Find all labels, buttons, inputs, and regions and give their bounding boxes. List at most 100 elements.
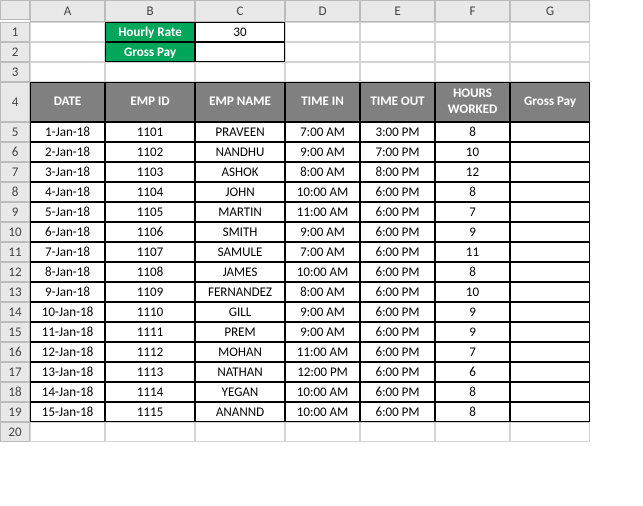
spreadsheet-grid[interactable]: ABCDEFG1Hourly Rate302Gross Pay34DATEEMP…	[0, 0, 643, 442]
cell-hours-18[interactable]: 8	[435, 382, 510, 402]
cell-date-7[interactable]: 3-Jan-18	[30, 162, 105, 182]
cell-D1[interactable]	[285, 22, 360, 42]
cell-empname-12[interactable]: JAMES	[195, 262, 285, 282]
cell-timeout-17[interactable]: 6:00 PM	[360, 362, 435, 382]
cell-r20-0[interactable]	[30, 422, 105, 442]
cell-date-17[interactable]: 13-Jan-18	[30, 362, 105, 382]
cell-empid-6[interactable]: 1102	[105, 142, 195, 162]
cell-hours-10[interactable]: 9	[435, 222, 510, 242]
row-header-3[interactable]: 3	[0, 62, 30, 82]
cell-date-15[interactable]: 11-Jan-18	[30, 322, 105, 342]
cell-grosspay-18[interactable]	[510, 382, 590, 402]
table-header-emp_name[interactable]: EMP NAME	[195, 82, 285, 122]
cell-timeout-13[interactable]: 6:00 PM	[360, 282, 435, 302]
cell-hours-7[interactable]: 12	[435, 162, 510, 182]
row-header-8[interactable]: 8	[0, 182, 30, 202]
cell-empname-5[interactable]: PRAVEEN	[195, 122, 285, 142]
cell-date-14[interactable]: 10-Jan-18	[30, 302, 105, 322]
col-header-E[interactable]: E	[360, 0, 435, 22]
cell-empname-18[interactable]: YEGAN	[195, 382, 285, 402]
cell-E1[interactable]	[360, 22, 435, 42]
col-header-D[interactable]: D	[285, 0, 360, 22]
cell-hours-5[interactable]: 8	[435, 122, 510, 142]
row-header-14[interactable]: 14	[0, 302, 30, 322]
cell-timein-10[interactable]: 9:00 AM	[285, 222, 360, 242]
cell-hours-8[interactable]: 8	[435, 182, 510, 202]
cell-D2[interactable]	[285, 42, 360, 62]
cell-r3-3[interactable]	[285, 62, 360, 82]
cell-timeout-11[interactable]: 6:00 PM	[360, 242, 435, 262]
cell-date-19[interactable]: 15-Jan-18	[30, 402, 105, 422]
cell-date-6[interactable]: 2-Jan-18	[30, 142, 105, 162]
cell-hours-9[interactable]: 7	[435, 202, 510, 222]
cell-empname-6[interactable]: NANDHU	[195, 142, 285, 162]
cell-date-8[interactable]: 4-Jan-18	[30, 182, 105, 202]
cell-empname-14[interactable]: GILL	[195, 302, 285, 322]
row-header-6[interactable]: 6	[0, 142, 30, 162]
cell-empname-11[interactable]: SAMULE	[195, 242, 285, 262]
cell-empname-19[interactable]: ANANND	[195, 402, 285, 422]
row-header-7[interactable]: 7	[0, 162, 30, 182]
cell-hours-14[interactable]: 9	[435, 302, 510, 322]
cell-hours-11[interactable]: 11	[435, 242, 510, 262]
gross-pay-label[interactable]: Gross Pay	[105, 42, 195, 62]
cell-timein-19[interactable]: 10:00 AM	[285, 402, 360, 422]
row-header-4[interactable]: 4	[0, 82, 30, 122]
cell-timein-9[interactable]: 11:00 AM	[285, 202, 360, 222]
table-header-time_out[interactable]: TIME OUT	[360, 82, 435, 122]
cell-date-16[interactable]: 12-Jan-18	[30, 342, 105, 362]
row-header-1[interactable]: 1	[0, 22, 30, 42]
cell-hours-16[interactable]: 7	[435, 342, 510, 362]
cell-timein-14[interactable]: 9:00 AM	[285, 302, 360, 322]
cell-timeout-9[interactable]: 6:00 PM	[360, 202, 435, 222]
cell-empname-17[interactable]: NATHAN	[195, 362, 285, 382]
cell-timeout-16[interactable]: 6:00 PM	[360, 342, 435, 362]
row-header-13[interactable]: 13	[0, 282, 30, 302]
cell-empname-15[interactable]: PREM	[195, 322, 285, 342]
cell-date-18[interactable]: 14-Jan-18	[30, 382, 105, 402]
cell-empname-9[interactable]: MARTIN	[195, 202, 285, 222]
cell-timeout-19[interactable]: 6:00 PM	[360, 402, 435, 422]
cell-grosspay-9[interactable]	[510, 202, 590, 222]
cell-empid-8[interactable]: 1104	[105, 182, 195, 202]
row-header-9[interactable]: 9	[0, 202, 30, 222]
cell-timeout-10[interactable]: 6:00 PM	[360, 222, 435, 242]
cell-timein-15[interactable]: 9:00 AM	[285, 322, 360, 342]
cell-timeout-6[interactable]: 7:00 PM	[360, 142, 435, 162]
cell-empname-8[interactable]: JOHN	[195, 182, 285, 202]
cell-empid-19[interactable]: 1115	[105, 402, 195, 422]
row-header-11[interactable]: 11	[0, 242, 30, 262]
cell-empid-10[interactable]: 1106	[105, 222, 195, 242]
cell-grosspay-11[interactable]	[510, 242, 590, 262]
row-header-5[interactable]: 5	[0, 122, 30, 142]
cell-timein-7[interactable]: 8:00 AM	[285, 162, 360, 182]
table-header-time_in[interactable]: TIME IN	[285, 82, 360, 122]
cell-timeout-5[interactable]: 3:00 PM	[360, 122, 435, 142]
row-header-12[interactable]: 12	[0, 262, 30, 282]
cell-empid-18[interactable]: 1114	[105, 382, 195, 402]
cell-A1[interactable]	[30, 22, 105, 42]
cell-grosspay-16[interactable]	[510, 342, 590, 362]
cell-grosspay-15[interactable]	[510, 322, 590, 342]
cell-timein-8[interactable]: 10:00 AM	[285, 182, 360, 202]
cell-timeout-15[interactable]: 6:00 PM	[360, 322, 435, 342]
gross-pay-value[interactable]	[195, 42, 285, 62]
cell-timeout-8[interactable]: 6:00 PM	[360, 182, 435, 202]
cell-hours-6[interactable]: 10	[435, 142, 510, 162]
table-header-gross_pay[interactable]: Gross Pay	[510, 82, 590, 122]
cell-empid-7[interactable]: 1103	[105, 162, 195, 182]
cell-F2[interactable]	[435, 42, 510, 62]
col-header-B[interactable]: B	[105, 0, 195, 22]
cell-r20-4[interactable]	[360, 422, 435, 442]
cell-timein-13[interactable]: 8:00 AM	[285, 282, 360, 302]
cell-timein-5[interactable]: 7:00 AM	[285, 122, 360, 142]
cell-r20-5[interactable]	[435, 422, 510, 442]
cell-empid-15[interactable]: 1111	[105, 322, 195, 342]
cell-r3-1[interactable]	[105, 62, 195, 82]
cell-date-9[interactable]: 5-Jan-18	[30, 202, 105, 222]
row-header-19[interactable]: 19	[0, 402, 30, 422]
cell-empname-16[interactable]: MOHAN	[195, 342, 285, 362]
cell-grosspay-19[interactable]	[510, 402, 590, 422]
cell-r20-3[interactable]	[285, 422, 360, 442]
cell-hours-13[interactable]: 10	[435, 282, 510, 302]
